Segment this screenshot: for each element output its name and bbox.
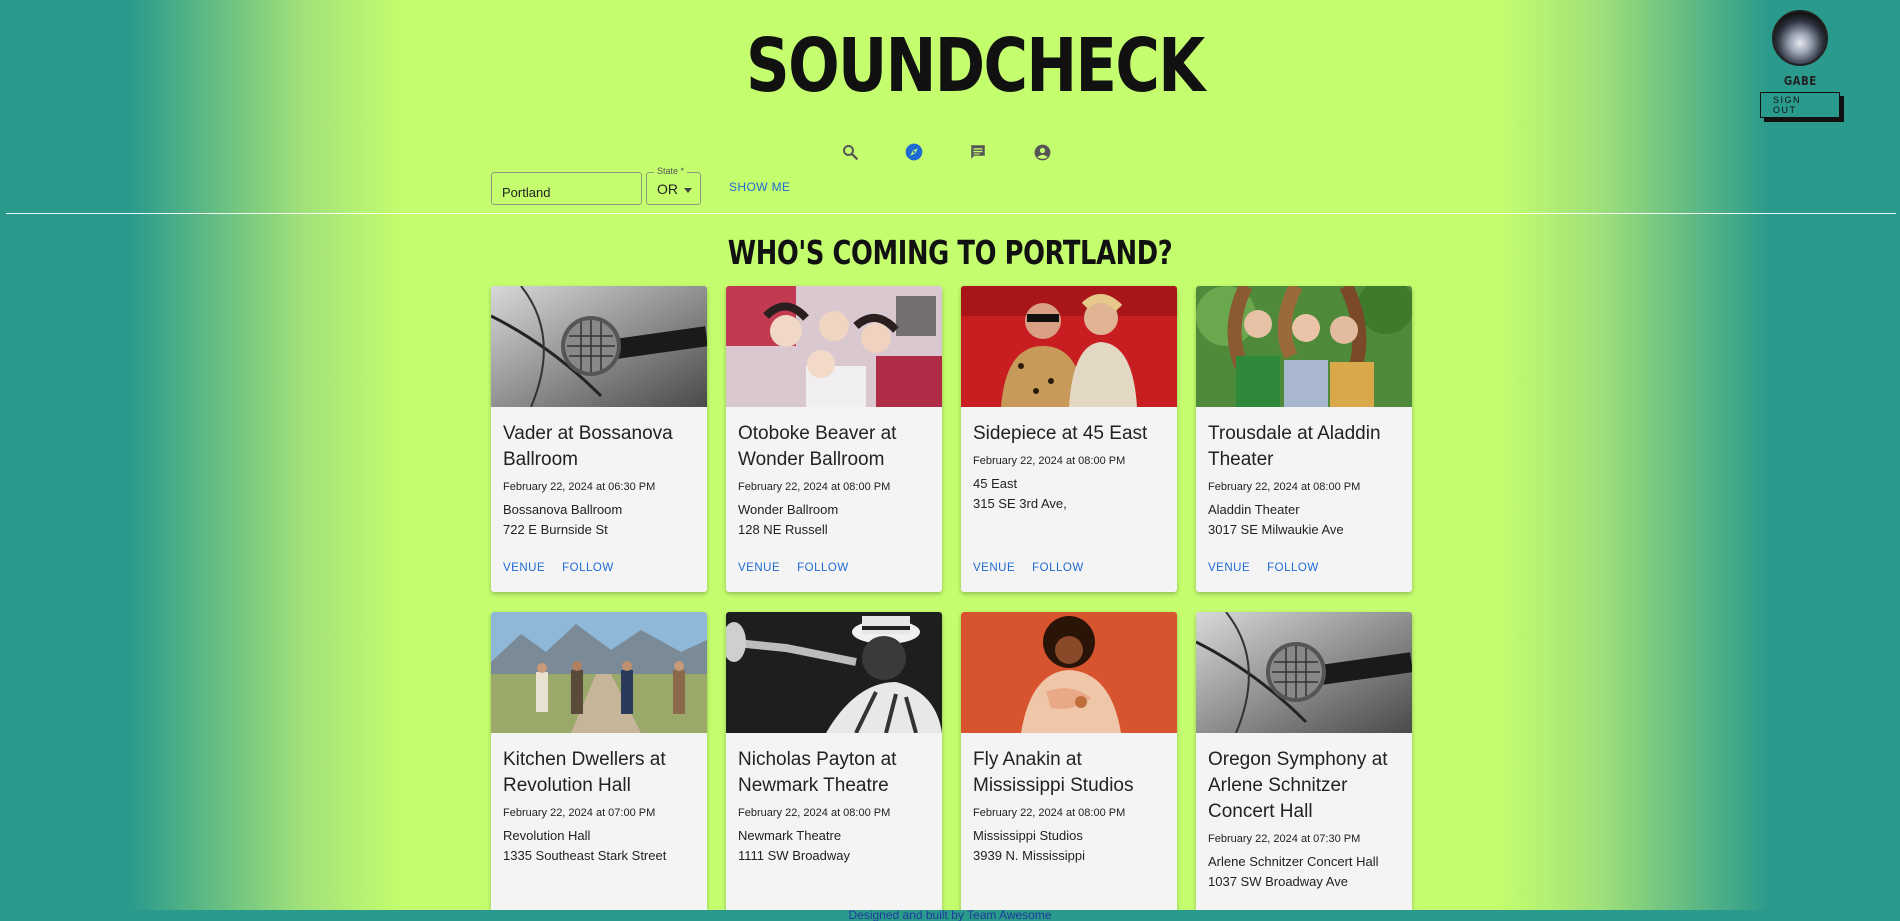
event-address: 128 NE Russell bbox=[738, 522, 828, 537]
follow-button[interactable]: FOLLOW bbox=[562, 562, 614, 574]
venue-link[interactable]: VENUE bbox=[503, 562, 545, 574]
event-date: February 22, 2024 at 07:30 PM bbox=[1208, 833, 1361, 845]
event-venue: Wonder Ballroom bbox=[738, 502, 839, 517]
event-title: Trousdale at Aladdin Theater bbox=[1208, 423, 1381, 470]
nav-search[interactable] bbox=[838, 140, 862, 164]
trio-photo bbox=[1196, 286, 1412, 407]
follow-button[interactable]: FOLLOW bbox=[797, 562, 849, 574]
event-address: 315 SE 3rd Ave, bbox=[973, 496, 1067, 511]
page-title: WHO'S COMING TO PORTLAND? bbox=[0, 233, 1900, 272]
event-title: Nicholas Payton at Newmark Theatre bbox=[738, 749, 897, 796]
event-card: Trousdale at Aladdin Theater February 22… bbox=[1196, 286, 1412, 592]
trumpet-photo bbox=[726, 612, 942, 733]
event-address: 1111 SW Broadway bbox=[738, 848, 850, 863]
event-card: Sidepiece at 45 East February 22, 2024 a… bbox=[961, 286, 1177, 592]
event-venue: Revolution Hall bbox=[503, 828, 591, 843]
nav-explore[interactable] bbox=[902, 140, 926, 164]
event-card: Vader at Bossanova Ballroom February 22,… bbox=[491, 286, 707, 592]
event-card: Kitchen Dwellers at Revolution Hall Febr… bbox=[491, 612, 707, 918]
event-venue: Mississippi Studios bbox=[973, 828, 1083, 843]
divider bbox=[6, 213, 1896, 214]
event-address: 1037 SW Broadway Ave bbox=[1208, 874, 1348, 889]
user-name: GABE bbox=[1783, 74, 1817, 88]
main-nav bbox=[838, 140, 1054, 164]
state-label: State * bbox=[654, 166, 688, 176]
location-search-form: State * OR SHOW ME bbox=[491, 166, 790, 205]
event-date: February 22, 2024 at 08:00 PM bbox=[973, 807, 1126, 819]
event-title: Oregon Symphony at Arlene Schnitzer Conc… bbox=[1208, 749, 1388, 822]
sign-out-button[interactable]: SIGN OUT bbox=[1760, 92, 1840, 118]
event-venue: Aladdin Theater bbox=[1208, 502, 1300, 517]
event-title: Fly Anakin at Mississippi Studios bbox=[973, 749, 1134, 796]
dropdown-caret-icon bbox=[684, 188, 692, 193]
event-date: February 22, 2024 at 08:00 PM bbox=[973, 455, 1126, 467]
microphone-photo bbox=[1196, 612, 1412, 733]
avatar[interactable] bbox=[1772, 10, 1828, 66]
event-date: February 22, 2024 at 08:00 PM bbox=[738, 807, 891, 819]
venue-link[interactable]: VENUE bbox=[1208, 562, 1250, 574]
state-value: OR bbox=[657, 181, 678, 197]
band-road-photo bbox=[491, 612, 707, 733]
event-title: Kitchen Dwellers at Revolution Hall bbox=[503, 749, 666, 796]
show-me-button[interactable]: SHOW ME bbox=[729, 180, 790, 194]
event-date: February 22, 2024 at 07:00 PM bbox=[503, 807, 656, 819]
event-address: 722 E Burnside St bbox=[503, 522, 608, 537]
venue-link[interactable]: VENUE bbox=[973, 562, 1015, 574]
duo-photo bbox=[961, 286, 1177, 407]
venue-link[interactable]: VENUE bbox=[738, 562, 780, 574]
nav-messages[interactable] bbox=[966, 140, 990, 164]
event-venue: Arlene Schnitzer Concert Hall bbox=[1208, 854, 1379, 869]
event-venue: Newmark Theatre bbox=[738, 828, 842, 843]
state-select[interactable]: State * OR bbox=[646, 166, 701, 205]
event-address: 3017 SE Milwaukie Ave bbox=[1208, 522, 1344, 537]
user-area: GABE SIGN OUT bbox=[1760, 10, 1840, 118]
follow-button[interactable]: FOLLOW bbox=[1032, 562, 1084, 574]
event-venue: 45 East bbox=[973, 476, 1018, 491]
account-icon bbox=[1034, 144, 1050, 160]
event-address: 3939 N. Mississippi bbox=[973, 848, 1085, 863]
event-venue: Bossanova Ballroom bbox=[503, 502, 623, 517]
event-date: February 22, 2024 at 08:00 PM bbox=[738, 481, 891, 493]
event-card: Fly Anakin at Mississippi Studios Februa… bbox=[961, 612, 1177, 918]
events-grid: Vader at Bossanova Ballroom February 22,… bbox=[491, 286, 1412, 918]
artist-photo bbox=[961, 612, 1177, 733]
city-input[interactable] bbox=[491, 172, 642, 205]
app-logo[interactable]: SOUNDCHECK bbox=[726, 16, 1205, 116]
follow-button[interactable]: FOLLOW bbox=[1267, 562, 1319, 574]
event-card: Oregon Symphony at Arlene Schnitzer Conc… bbox=[1196, 612, 1412, 918]
event-title: Sidepiece at 45 East bbox=[973, 423, 1148, 444]
microphone-photo bbox=[491, 286, 707, 407]
event-card: Nicholas Payton at Newmark Theatre Febru… bbox=[726, 612, 942, 918]
search-icon bbox=[843, 145, 858, 160]
logo-text: SOUNDCHECK bbox=[746, 23, 1205, 109]
page-title-text: WHO'S COMING TO PORTLAND? bbox=[727, 233, 1173, 272]
event-title: Vader at Bossanova Ballroom bbox=[503, 423, 673, 470]
event-date: February 22, 2024 at 06:30 PM bbox=[503, 481, 656, 493]
event-card: Otoboke Beaver at Wonder Ballroom Februa… bbox=[726, 286, 942, 592]
footer: Designed and built by Team Awesome bbox=[0, 910, 1900, 921]
event-title: Otoboke Beaver at Wonder Ballroom bbox=[738, 423, 897, 470]
event-date: February 22, 2024 at 08:00 PM bbox=[1208, 481, 1361, 493]
compass-icon bbox=[905, 143, 923, 161]
event-address: 1335 Southeast Stark Street bbox=[503, 848, 667, 863]
band-photo bbox=[726, 286, 942, 407]
nav-account[interactable] bbox=[1030, 140, 1054, 164]
chat-icon bbox=[971, 145, 985, 159]
